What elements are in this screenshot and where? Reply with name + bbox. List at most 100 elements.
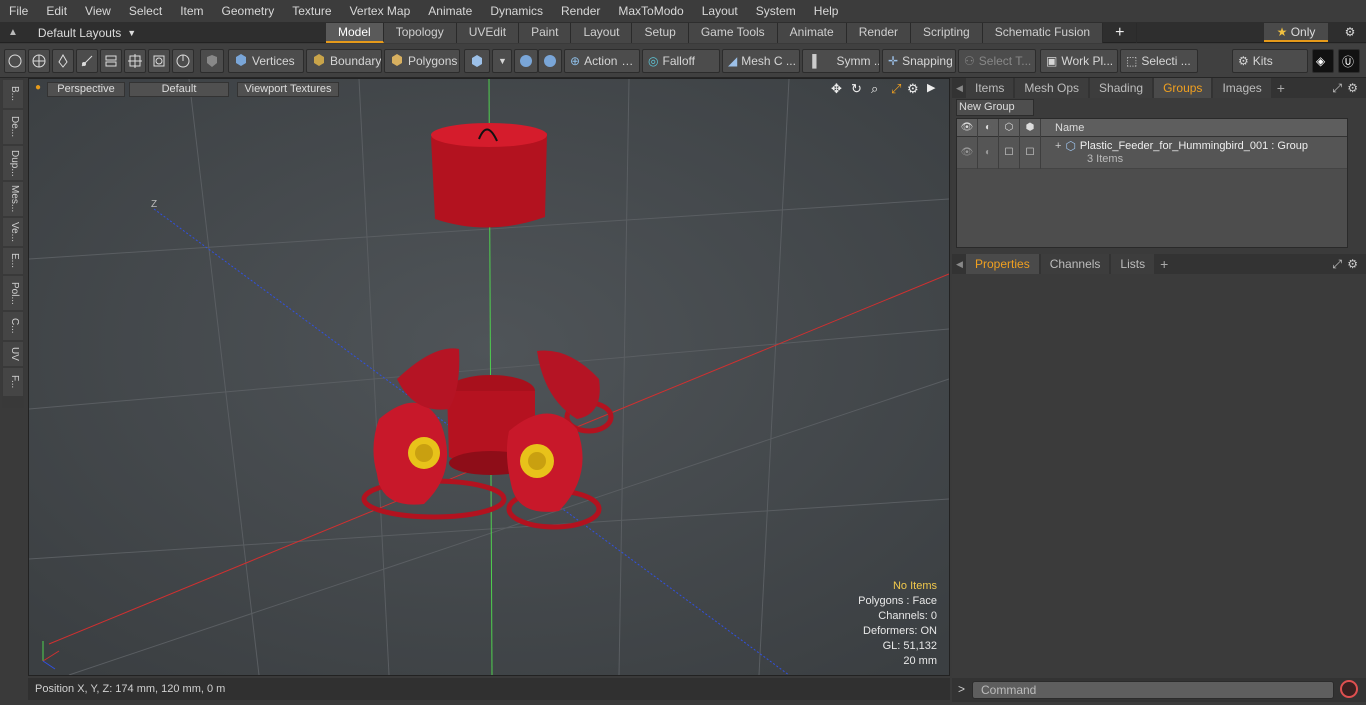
left-tab-duplicate[interactable]: Dup... [3, 146, 23, 180]
menu-help[interactable]: Help [805, 0, 848, 22]
new-group-button[interactable]: New Group [956, 99, 1034, 116]
tab-mesh-ops[interactable]: Mesh Ops [1015, 78, 1089, 98]
left-tab-mesh-edit[interactable]: Mes... [3, 182, 23, 216]
selection-sets-button[interactable]: ⬚ Selecti ... [1120, 49, 1198, 73]
left-tab-curve[interactable]: C... [3, 312, 23, 340]
tab-render[interactable]: Render [846, 23, 912, 43]
menu-system[interactable]: System [747, 0, 805, 22]
tab-items[interactable]: Items [966, 78, 1014, 98]
menu-item[interactable]: Item [171, 0, 212, 22]
menu-texture[interactable]: Texture [283, 0, 340, 22]
menu-geometry[interactable]: Geometry [213, 0, 284, 22]
sym-left-icon[interactable] [514, 49, 538, 73]
grid-icon[interactable] [124, 49, 146, 73]
vertices-button[interactable]: Vertices [228, 49, 304, 73]
eye-icon[interactable]: 👁 [957, 137, 978, 169]
left-tab-edge[interactable]: E... [3, 248, 23, 274]
group-row[interactable]: 👁 ◐ ☐ ☐ + ⬡ Plastic_Feeder_for_Hummingbi… [957, 137, 1347, 169]
action-button[interactable]: ⊕ Action … [564, 49, 640, 73]
pie-icon[interactable] [172, 49, 194, 73]
select-column-icon[interactable]: ⬢ [1020, 118, 1041, 137]
lock-toggle-icon[interactable]: ☐ [999, 137, 1020, 169]
snapping-button[interactable]: ✛ Snapping [882, 49, 956, 73]
target-icon[interactable] [148, 49, 170, 73]
chevron-down-icon[interactable]: ▼ [492, 49, 512, 73]
tab-lists[interactable]: Lists [1111, 254, 1155, 274]
expand-panel-icon[interactable]: ⤢ [1332, 81, 1342, 96]
flower-port-left[interactable] [373, 402, 448, 505]
polygons-button[interactable]: Polygons [384, 49, 460, 73]
tab-scripting[interactable]: Scripting [911, 23, 983, 43]
gear-icon[interactable]: ⚙ [1340, 23, 1360, 42]
panel-settings-icon[interactable]: ⚙ [1347, 81, 1358, 95]
left-tab-vertex[interactable]: Ve... [3, 218, 23, 246]
zoom-view-icon[interactable]: ⌕ [871, 81, 878, 97]
align-icon[interactable] [100, 49, 122, 73]
menu-dynamics[interactable]: Dynamics [481, 0, 552, 22]
tab-setup[interactable]: Setup [632, 23, 689, 43]
left-tab-fusion[interactable]: F... [3, 368, 23, 396]
render-column-icon[interactable]: ◐ [978, 118, 999, 137]
viewport-expand-icon[interactable]: ▶ [927, 81, 935, 94]
pen-icon[interactable] [52, 49, 74, 73]
boundary-button[interactable]: Boundary [306, 49, 382, 73]
menu-maxtomodo[interactable]: MaxToModo [609, 0, 692, 22]
rotate-view-icon[interactable]: ↻ [851, 81, 862, 97]
command-input[interactable]: Command [972, 681, 1334, 699]
tab-channels[interactable]: Channels [1040, 254, 1110, 274]
mesh-constraint-button[interactable]: ◢ Mesh C ... [722, 49, 800, 73]
3d-viewport[interactable]: Z ● Perspective Default Viewport Texture… [28, 78, 950, 676]
brush-icon[interactable] [76, 49, 98, 73]
sym-right-icon[interactable] [538, 49, 562, 73]
viewport-menu-dot[interactable]: ● [35, 82, 41, 93]
expand-panel-icon[interactable]: ⤢ [1332, 257, 1342, 272]
view-mode-button[interactable]: Perspective [47, 82, 125, 97]
tab-uvedit[interactable]: UVEdit [456, 23, 520, 43]
add-panel-tab-button[interactable]: + [1273, 80, 1289, 96]
tab-topology[interactable]: Topology [383, 23, 457, 43]
shading-mode-button[interactable]: Default [129, 82, 229, 97]
tab-model[interactable]: Model [326, 23, 384, 43]
left-tab-basic[interactable]: B... [3, 80, 23, 108]
visibility-column-icon[interactable]: 👁 [957, 118, 978, 137]
select-through-button[interactable]: ⚇ Select T... [958, 49, 1036, 73]
panel-settings-icon[interactable]: ⚙ [1347, 257, 1358, 271]
feeder-top-cup[interactable] [431, 123, 547, 228]
panel-menu-dot[interactable]: ◀ [952, 83, 966, 94]
tab-game-tools[interactable]: Game Tools [688, 23, 778, 43]
lock-column-icon[interactable]: ⬡ [999, 118, 1020, 137]
layouts-dropdown[interactable]: ▲ Default Layouts ▼ [8, 22, 136, 43]
record-icon[interactable] [1340, 680, 1358, 698]
left-tab-uv[interactable]: UV [3, 342, 23, 366]
unreal-icon[interactable]: Ⓤ [1338, 49, 1360, 73]
tab-paint[interactable]: Paint [519, 23, 572, 43]
add-panel-tab-button[interactable]: + [1156, 256, 1172, 272]
menu-edit[interactable]: Edit [37, 0, 76, 22]
symmetry-button[interactable]: ▐ Symm ... [802, 49, 880, 73]
circle-select-icon[interactable] [4, 49, 26, 73]
tab-groups[interactable]: Groups [1154, 78, 1212, 98]
left-tab-polygon[interactable]: Pol... [3, 276, 23, 310]
menu-animate[interactable]: Animate [419, 0, 481, 22]
tab-properties[interactable]: Properties [966, 254, 1039, 274]
tab-schematic-fusion[interactable]: Schematic Fusion [982, 23, 1104, 43]
tab-shading[interactable]: Shading [1090, 78, 1153, 98]
select-toggle-icon[interactable]: ☐ [1020, 137, 1041, 169]
menu-view[interactable]: View [76, 0, 120, 22]
add-tab-button[interactable]: + [1103, 23, 1138, 43]
expand-icon[interactable]: + [1055, 140, 1061, 152]
menu-file[interactable]: File [0, 0, 37, 22]
menu-layout[interactable]: Layout [693, 0, 747, 22]
render-toggle-icon[interactable]: ◐ [978, 137, 999, 169]
tab-images[interactable]: Images [1213, 78, 1271, 98]
only-button[interactable]: ★ Only [1264, 23, 1328, 42]
globe-icon[interactable] [28, 49, 50, 73]
maximize-view-icon[interactable]: ⤢ [891, 81, 901, 97]
panel-menu-dot[interactable]: ◀ [952, 259, 966, 270]
work-plane-button[interactable]: ▣ Work Pl... [1040, 49, 1118, 73]
left-tab-deform[interactable]: De... [3, 110, 23, 144]
falloff-button[interactable]: ◎ Falloff [642, 49, 720, 73]
viewport-textures-button[interactable]: Viewport Textures [237, 82, 339, 97]
shield-icon[interactable] [200, 49, 224, 73]
tab-layout[interactable]: Layout [571, 23, 633, 43]
